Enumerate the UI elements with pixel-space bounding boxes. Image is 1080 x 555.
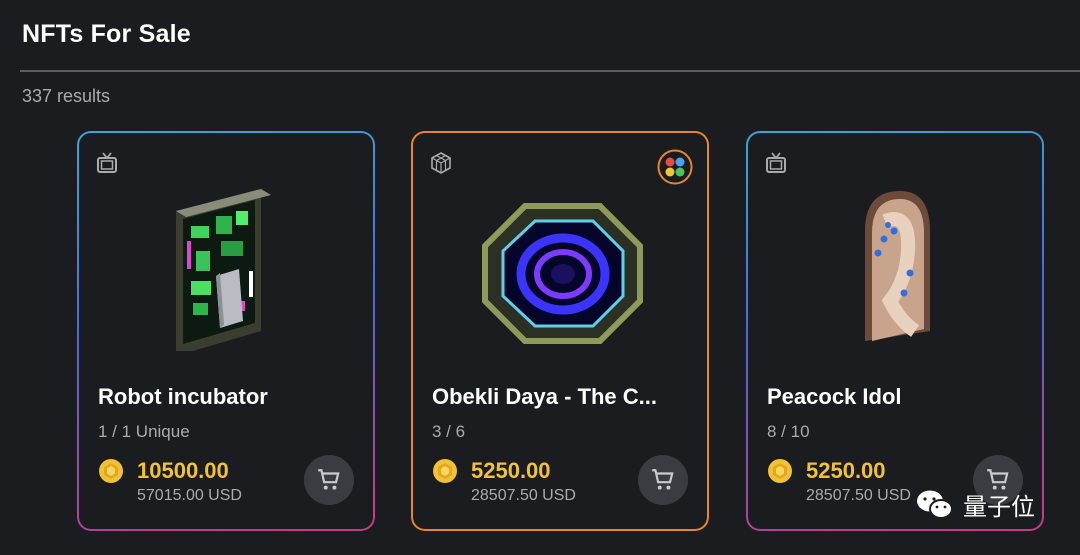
add-to-cart-button[interactable] [304,455,354,505]
title-divider [20,70,1080,72]
cart-icon [318,469,340,490]
nft-price: 10500.00 [137,458,229,483]
results-count: 337 results [22,86,111,106]
portal-artwork [482,203,643,344]
page-title: NFTs For Sale [22,20,191,48]
nft-edition: 1 / 1 Unique [98,422,190,441]
cube-icon [431,152,451,174]
cart-icon [652,469,674,490]
peacock-idol-artwork [865,191,930,341]
nft-usd-price: 28507.50 USD [471,487,576,504]
colored-dots-badge-icon [657,149,693,185]
watermark: 量子位 [915,487,1035,522]
add-to-cart-button[interactable] [638,455,688,505]
nft-name[interactable]: Obekli Daya - The C... [432,384,657,410]
robot-incubator-artwork [176,189,271,351]
watermark-text: 量子位 [963,493,1035,521]
nft-edition: 3 / 6 [432,422,466,441]
tv-icon [766,152,786,173]
nft-name[interactable]: Peacock Idol [767,384,902,410]
tv-icon [97,152,117,173]
nft-usd-price: 57015.00 USD [137,487,242,504]
nft-usd-price: 28507.50 USD [806,487,911,504]
coin-icon [768,459,792,483]
coin-icon [99,459,123,483]
nft-card[interactable]: Peacock Idol 8 / 10 5250.00 28507.50 USD [746,131,1044,531]
nft-edition: 8 / 10 [767,422,810,441]
nft-price: 5250.00 [806,458,886,483]
wechat-icon [917,490,953,519]
nft-card[interactable]: Obekli Daya - The C... 3 / 6 5250.00 285… [411,131,709,531]
coin-icon [433,459,457,483]
nft-card[interactable]: Robot incubator 1 / 1 Unique 10500.00 57… [77,131,375,531]
nft-name[interactable]: Robot incubator [98,384,268,410]
nft-price: 5250.00 [471,458,551,483]
